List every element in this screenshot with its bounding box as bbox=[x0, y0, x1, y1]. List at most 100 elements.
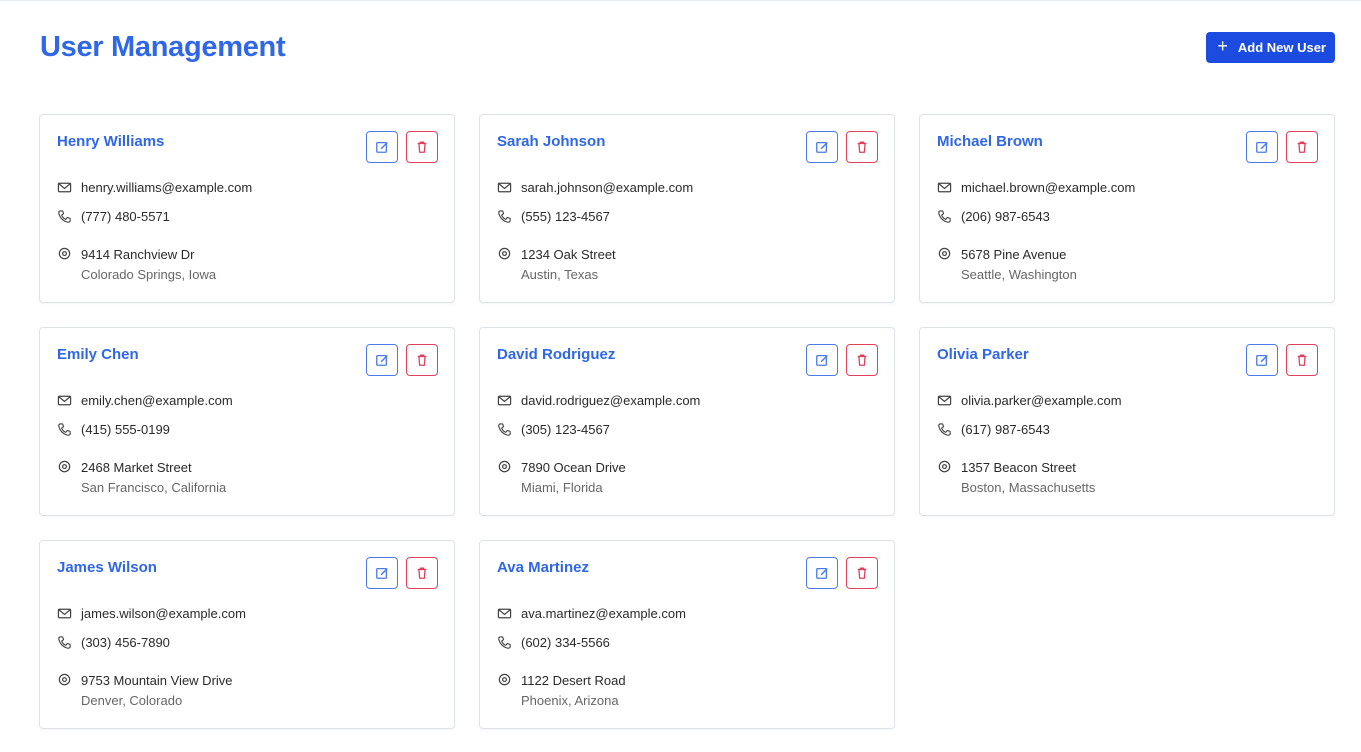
mail-icon bbox=[497, 182, 512, 193]
email-text: james.wilson@example.com bbox=[81, 606, 246, 621]
mail-icon bbox=[937, 395, 952, 406]
user-name: Michael Brown bbox=[937, 133, 1043, 150]
edit-icon bbox=[376, 141, 388, 153]
edit-icon bbox=[376, 354, 388, 366]
add-new-user-button[interactable]: + Add New User bbox=[1206, 31, 1335, 63]
email-row: michael.brown@example.com bbox=[937, 180, 1135, 195]
map-pin-icon bbox=[498, 460, 511, 473]
phone-icon bbox=[938, 423, 951, 436]
edit-user-button[interactable] bbox=[1246, 344, 1278, 376]
edit-user-button[interactable] bbox=[806, 344, 838, 376]
delete-user-button[interactable] bbox=[1286, 344, 1318, 376]
phone-text: (206) 987-6543 bbox=[961, 209, 1050, 224]
edit-user-button[interactable] bbox=[1246, 131, 1278, 163]
phone-row: (415) 555-0199 bbox=[57, 422, 170, 437]
page-header: User Management + Add New User bbox=[40, 30, 1336, 64]
street-text: 7890 Ocean Drive bbox=[521, 460, 626, 475]
map-pin-icon bbox=[498, 673, 511, 686]
trash-icon bbox=[417, 141, 427, 153]
map-pin-icon bbox=[58, 673, 71, 686]
delete-user-button[interactable] bbox=[846, 557, 878, 589]
delete-user-button[interactable] bbox=[1286, 131, 1318, 163]
phone-icon bbox=[58, 636, 71, 649]
user-card: Henry Williams henry.williams@example.co… bbox=[39, 114, 455, 303]
edit-user-button[interactable] bbox=[806, 557, 838, 589]
user-name: Ava Martinez bbox=[497, 559, 589, 576]
city-text: San Francisco, California bbox=[81, 480, 227, 495]
street-text: 9414 Ranchview Dr bbox=[81, 247, 195, 262]
edit-user-button[interactable] bbox=[366, 344, 398, 376]
user-card: Ava Martinez ava.martinez@example.com (6… bbox=[479, 540, 895, 729]
user-card: David Rodriguez david.rodriguez@example.… bbox=[479, 327, 895, 516]
email-text: michael.brown@example.com bbox=[961, 180, 1136, 195]
trash-icon bbox=[417, 567, 427, 579]
phone-text: (617) 987-6543 bbox=[961, 422, 1050, 437]
phone-text: (555) 123-4567 bbox=[521, 209, 610, 224]
edit-icon bbox=[1256, 354, 1268, 366]
edit-user-button[interactable] bbox=[366, 557, 398, 589]
edit-user-button[interactable] bbox=[366, 131, 398, 163]
email-row: olivia.parker@example.com bbox=[937, 393, 1122, 408]
plus-icon: + bbox=[1217, 36, 1228, 56]
phone-row: (303) 456-7890 bbox=[57, 635, 170, 650]
email-row: emily.chen@example.com bbox=[57, 393, 233, 408]
edit-icon bbox=[816, 567, 828, 579]
phone-row: (617) 987-6543 bbox=[937, 422, 1050, 437]
card-actions bbox=[366, 557, 438, 589]
email-text: sarah.johnson@example.com bbox=[521, 180, 694, 195]
email-text: henry.williams@example.com bbox=[81, 180, 253, 195]
street-text: 1357 Beacon Street bbox=[961, 460, 1076, 475]
trash-icon bbox=[1297, 141, 1307, 153]
user-name: Sarah Johnson bbox=[497, 133, 606, 150]
trash-icon bbox=[857, 567, 867, 579]
user-card-grid: Henry Williams henry.williams@example.co… bbox=[39, 114, 1336, 729]
user-card: Michael Brown michael.brown@example.com … bbox=[919, 114, 1335, 303]
user-name: Emily Chen bbox=[57, 346, 139, 363]
edit-icon bbox=[1256, 141, 1268, 153]
user-card: Sarah Johnson sarah.johnson@example.com … bbox=[479, 114, 895, 303]
email-text: olivia.parker@example.com bbox=[961, 393, 1122, 408]
phone-icon bbox=[498, 210, 511, 223]
user-name: Olivia Parker bbox=[937, 346, 1029, 363]
email-row: james.wilson@example.com bbox=[57, 606, 246, 621]
phone-icon bbox=[58, 210, 71, 223]
map-pin-icon bbox=[938, 460, 951, 473]
street-text: 1234 Oak Street bbox=[521, 247, 616, 262]
trash-icon bbox=[857, 141, 867, 153]
email-row: ava.martinez@example.com bbox=[497, 606, 686, 621]
user-card: James Wilson james.wilson@example.com (3… bbox=[39, 540, 455, 729]
city-text: Denver, Colorado bbox=[81, 693, 183, 708]
phone-row: (777) 480-5571 bbox=[57, 209, 170, 224]
delete-user-button[interactable] bbox=[406, 131, 438, 163]
map-pin-icon bbox=[58, 247, 71, 260]
street-text: 5678 Pine Avenue bbox=[961, 247, 1067, 262]
street-text: 1122 Desert Road bbox=[521, 673, 626, 688]
phone-icon bbox=[498, 636, 511, 649]
card-actions bbox=[806, 131, 878, 163]
city-text: Miami, Florida bbox=[521, 480, 603, 495]
trash-icon bbox=[1297, 354, 1307, 366]
edit-user-button[interactable] bbox=[806, 131, 838, 163]
user-name: Henry Williams bbox=[57, 133, 165, 150]
phone-text: (602) 334-5566 bbox=[521, 635, 610, 650]
delete-user-button[interactable] bbox=[846, 344, 878, 376]
card-actions bbox=[1246, 344, 1318, 376]
delete-user-button[interactable] bbox=[406, 344, 438, 376]
mail-icon bbox=[57, 608, 72, 619]
map-pin-icon bbox=[938, 247, 951, 260]
city-text: Colorado Springs, Iowa bbox=[81, 267, 217, 282]
delete-user-button[interactable] bbox=[406, 557, 438, 589]
card-actions bbox=[806, 344, 878, 376]
user-card: Olivia Parker olivia.parker@example.com … bbox=[919, 327, 1335, 516]
card-actions bbox=[1246, 131, 1318, 163]
phone-icon bbox=[58, 423, 71, 436]
email-row: david.rodriguez@example.com bbox=[497, 393, 700, 408]
add-new-user-label: Add New User bbox=[1237, 39, 1326, 55]
map-pin-icon bbox=[58, 460, 71, 473]
top-divider bbox=[0, 0, 1361, 4]
delete-user-button[interactable] bbox=[846, 131, 878, 163]
city-text: Austin, Texas bbox=[521, 267, 599, 282]
city-text: Seattle, Washington bbox=[961, 267, 1077, 282]
email-row: sarah.johnson@example.com bbox=[497, 180, 693, 195]
card-actions bbox=[806, 557, 878, 589]
